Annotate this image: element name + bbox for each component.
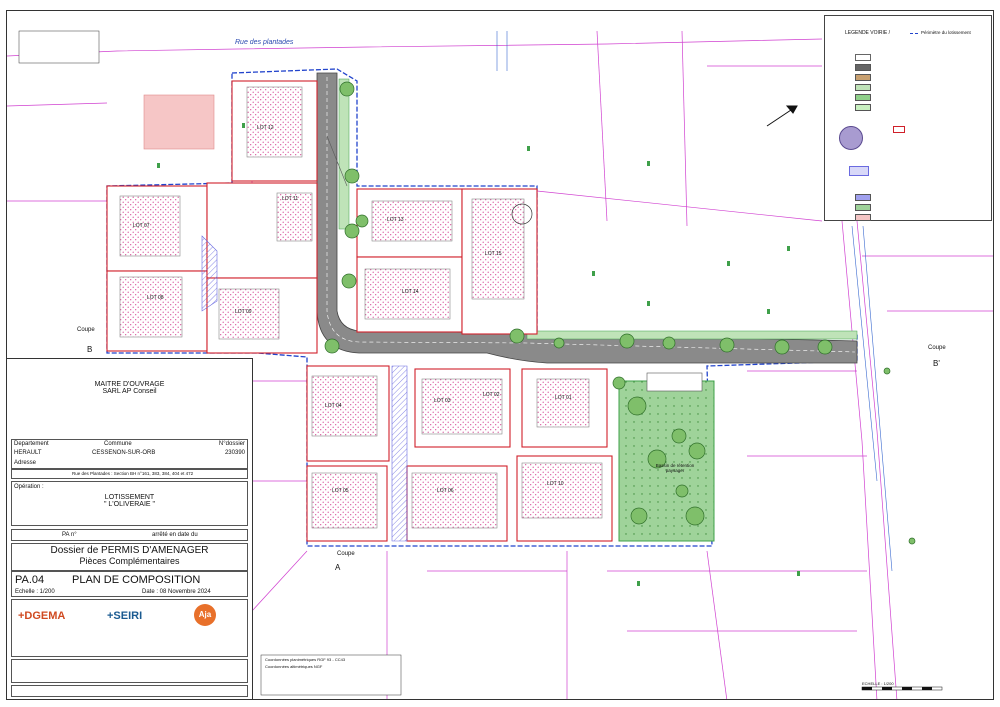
operation-label: Opération : (14, 484, 44, 490)
scale-label: ECHELLE : 1/200 (862, 681, 894, 686)
date: Date : 08 Novembre 2024 (142, 589, 211, 595)
plan-title-box: PA.04 PLAN DE COMPOSITION Echelle : 1/20… (11, 571, 248, 597)
title-block: MAITRE D'OUVRAGE SARL AP Conseil Departe… (7, 358, 253, 699)
legend-swatch (849, 166, 869, 176)
lot-label: LOT 07 (133, 223, 150, 229)
location-table: Departement Commune N°dossier HERAULT CE… (11, 439, 248, 469)
lot-label: LOT 13 (387, 217, 404, 223)
lot-label: LOT 12 (257, 125, 274, 131)
maitre-ouvrage-name: SARL AP Conseil (102, 388, 157, 395)
coords-line-1: Coordonnées planimétriques RGF 93 - CC43 (265, 657, 346, 662)
section-label: Coupe (928, 345, 946, 351)
dossier-label: N°dossier (218, 441, 245, 447)
departement-value: HERAULT (14, 450, 42, 456)
legend-boundary-label: Périmètre du lotissement (921, 30, 971, 35)
seiri-logo: +SEIRI (107, 610, 143, 622)
legend-swatch (855, 204, 871, 211)
operation-box: Opération : LOTISSEMENT " L'OLIVERAIE " (11, 481, 248, 526)
aja-logo: Aja (194, 604, 216, 626)
commune-value: CESSENON-SUR-ORB (92, 450, 156, 456)
street-label: Rue des plantades (235, 39, 294, 46)
legend-boundary-swatch (910, 33, 918, 34)
pa-label: PA n° (62, 532, 77, 538)
legend-swatch (855, 54, 871, 61)
lot-label: LOT 11 (282, 196, 299, 202)
dossier-value: 230390 (224, 450, 245, 456)
legend-swatch (855, 214, 871, 221)
lot-label: LOT 03 (434, 398, 451, 404)
lotissement-label: LOTISSEMENT (104, 494, 155, 501)
dgema-logo: +DGEMA (18, 610, 66, 622)
arrete-label: arrêté en date du (152, 532, 198, 538)
legend-panel: LEGENDE VOIRIE / Périmètre du lotissemen… (824, 15, 992, 221)
lot-label: LOT 01 (555, 395, 572, 401)
pa-row: PA n° arrêté en date du (11, 529, 248, 541)
lot-label: LOT 08 (147, 295, 164, 301)
commune-label: Commune (104, 441, 132, 447)
legend-swatch (855, 74, 871, 81)
dossier-title-box: Dossier de PERMIS D'AMENAGER Pièces Comp… (11, 543, 248, 571)
dossier-subtitle: Pièces Complémentaires (79, 556, 180, 566)
section-letter: B (87, 345, 93, 354)
site-note-box (18, 30, 100, 64)
legend-title: LEGENDE VOIRIE / (845, 30, 891, 36)
legend-swatch (855, 64, 871, 71)
legend-tree-symbol (839, 126, 863, 150)
departement-label: Departement (14, 441, 49, 447)
lot-label: LOT 14 (402, 289, 419, 295)
section-letter: B' (933, 359, 940, 368)
lot-label: LOT 02 (483, 392, 500, 398)
adresse-value: Rue des Plantades : Section BH n°161, 38… (72, 471, 194, 476)
north-arrow-icon (766, 105, 798, 127)
logos-box: +DGEMA +SEIRI Aja (11, 599, 248, 657)
lot-label: LOT 09 (235, 309, 252, 315)
adresse-row: Rue des Plantades : Section BH n°161, 38… (11, 469, 248, 479)
legend-swatch (855, 84, 871, 91)
echelle: Echelle : 1/200 (15, 589, 55, 595)
legend-swatch (855, 194, 871, 201)
basin-label: Bassin de rétention paysager (655, 463, 695, 473)
file-info-row (11, 685, 248, 697)
piece-number: PA.04 (15, 574, 45, 586)
lot-label: LOT 15 (485, 251, 502, 257)
legend-swatch (855, 94, 871, 101)
lot-label: LOT 06 (437, 488, 454, 494)
maitre-ouvrage-label: MAITRE D'OUVRAGE (94, 381, 165, 388)
plan-sheet: Rue des plantades LOT 12 LOT 07 LOT 08 L… (6, 10, 994, 700)
lot-label: LOT 05 (332, 488, 349, 494)
section-letter: A (335, 563, 341, 572)
dossier-title: Dossier de PERMIS D'AMENAGER (50, 545, 209, 556)
lot-label: LOT 10 (547, 481, 564, 487)
lot-label: LOT 04 (325, 403, 342, 409)
legend-swatch (855, 104, 871, 111)
lotissement-name: " L'OLIVERAIE " (103, 501, 156, 508)
scale-bar (861, 686, 943, 691)
coords-line-2: Coordonnées altimétriques NGF (265, 664, 323, 669)
plan-title: PLAN DE COMPOSITION (72, 574, 201, 586)
legend-swatch (893, 126, 905, 133)
adresse-label: Adresse (14, 460, 37, 466)
section-label: Coupe (77, 327, 95, 333)
section-label: Coupe (337, 551, 355, 557)
modifications-table (11, 659, 248, 683)
existing-building-area (143, 94, 215, 150)
